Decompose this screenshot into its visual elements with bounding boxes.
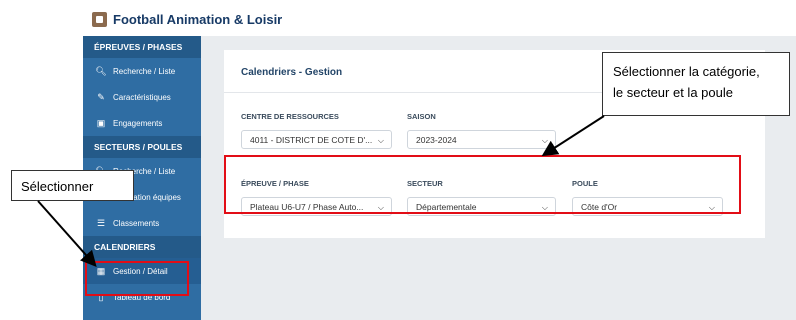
left-callout: Sélectionner	[11, 170, 134, 201]
sidebar-item-label: Recherche / Liste	[113, 66, 176, 76]
sidebar-section-secteurs: SECTEURS / POULES	[83, 136, 201, 158]
pencil-icon: ✎	[97, 91, 105, 102]
card-icon: ▣	[96, 117, 106, 128]
chevron-down-icon: ⌵	[377, 136, 384, 145]
highlight-filters-box	[224, 155, 741, 214]
sidebar-item-label: Engagements	[113, 118, 163, 128]
search-icon: 🔍︎	[95, 65, 107, 76]
sidebar-item-label: Classements	[113, 218, 160, 228]
right-callout-line2: le secteur et la poule	[613, 85, 733, 100]
sidebar-item-classements[interactable]: ☰ Classements	[83, 210, 201, 236]
highlight-gestion-box	[85, 261, 189, 296]
app-title: Football Animation & Loisir	[113, 11, 283, 27]
saison-label: SAISON	[407, 112, 436, 121]
centre-select-value: 4011 - DISTRICT DE COTE D'...	[250, 135, 373, 145]
app-header: Football Animation & Loisir	[92, 7, 282, 31]
list-icon: ☰	[96, 217, 106, 228]
sidebar-item-caracteristiques[interactable]: ✎ Caractéristiques	[83, 84, 201, 110]
centre-select[interactable]: 4011 - DISTRICT DE COTE D'... ⌵	[241, 130, 392, 149]
left-callout-text: Sélectionner	[21, 179, 94, 194]
saison-select-value: 2023-2024	[416, 135, 457, 145]
sidebar-section-calendriers: CALENDRIERS	[83, 236, 201, 258]
centre-label: CENTRE DE RESSOURCES	[241, 112, 339, 121]
app-logo-icon	[92, 11, 107, 27]
sidebar-item-engagements[interactable]: ▣ Engagements	[83, 110, 201, 136]
right-callout-line1: Sélectionner la catégorie,	[613, 64, 760, 79]
sidebar-section-epreuves: ÉPREUVES / PHASES	[83, 36, 201, 58]
sidebar-item-label: Caractéristiques	[113, 92, 171, 102]
card-title: Calendriers - Gestion	[241, 67, 343, 78]
saison-select[interactable]: 2023-2024 ⌵	[407, 130, 556, 149]
sidebar-item-recherche-epreuves[interactable]: 🔍︎ Recherche / Liste	[83, 58, 201, 84]
chevron-down-icon: ⌵	[541, 136, 548, 145]
right-callout: Sélectionner la catégorie, le secteur et…	[602, 52, 790, 116]
